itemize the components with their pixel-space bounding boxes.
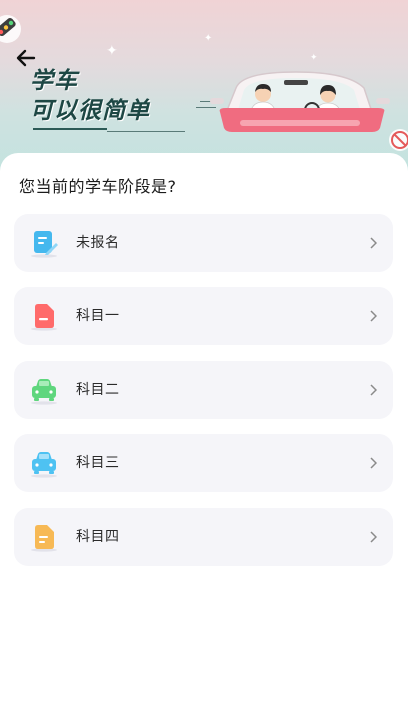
option-label: 科目二 bbox=[76, 382, 120, 398]
slogan-line-1: 学车 bbox=[30, 68, 78, 94]
chevron-right-icon bbox=[370, 457, 377, 469]
document-edit-icon bbox=[31, 231, 58, 258]
divider bbox=[107, 131, 185, 132]
option-subject-three[interactable]: 科目三 bbox=[14, 434, 393, 492]
option-subject-two[interactable]: 科目二 bbox=[14, 361, 393, 419]
chevron-right-icon bbox=[370, 310, 377, 322]
sparkle-icon: ✦ bbox=[204, 33, 213, 44]
stage-selection-panel: 您当前的学车阶段是? 未报名 科目一 科目二 科目三 科目四 bbox=[0, 153, 408, 725]
sparkle-icon: ✦ bbox=[106, 43, 118, 59]
traffic-light-icon bbox=[0, 15, 21, 43]
slogan-line-2: 可以很简单 bbox=[30, 98, 150, 124]
car-icon bbox=[31, 452, 57, 478]
option-not-registered[interactable]: 未报名 bbox=[14, 214, 393, 272]
option-label: 未报名 bbox=[76, 235, 120, 251]
divider bbox=[33, 128, 107, 130]
option-subject-four[interactable]: 科目四 bbox=[14, 508, 393, 566]
question-title: 您当前的学车阶段是? bbox=[19, 177, 177, 196]
exam-paper-icon bbox=[31, 304, 57, 331]
chevron-right-icon bbox=[370, 531, 377, 543]
chevron-right-icon bbox=[370, 237, 377, 249]
option-label: 科目三 bbox=[76, 455, 120, 471]
sparkle-icon: ✦ bbox=[310, 53, 318, 63]
car-icon bbox=[31, 379, 57, 405]
chevron-right-icon bbox=[370, 384, 377, 396]
no-entry-sign-icon bbox=[389, 129, 408, 151]
arrow-left-icon bbox=[16, 49, 36, 67]
option-label: 科目一 bbox=[76, 308, 120, 324]
slogan: 学车 可以很简单 bbox=[30, 66, 150, 126]
header-banner: ✦ ✦ ✦ ✦ 学车 可以很简单 bbox=[0, 0, 408, 175]
option-subject-one[interactable]: 科目一 bbox=[14, 287, 393, 345]
option-label: 科目四 bbox=[76, 529, 120, 545]
car-illustration bbox=[210, 71, 390, 132]
exam-paper-icon bbox=[31, 525, 57, 552]
